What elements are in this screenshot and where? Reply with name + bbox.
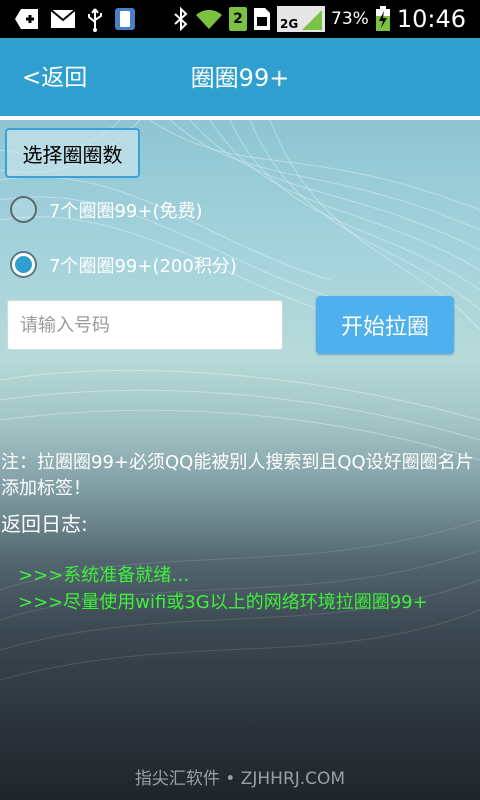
network-type-label: 2G — [280, 17, 299, 31]
notice-text: 注：拉圈圈99+必须QQ能被别人搜索到且QQ设好圈圈名片添加标签！ — [1, 452, 474, 499]
mail-icon — [50, 7, 76, 31]
clock: 10:46 — [396, 5, 466, 33]
start-button[interactable]: 开始拉圈 — [316, 296, 454, 354]
radio-button-checked[interactable] — [10, 251, 37, 278]
log-line: >>>尽量使用wifi或3G以上的网络环境拉圈圈99+ — [18, 592, 428, 613]
signal-icon: 2G — [277, 6, 326, 32]
option-free[interactable]: 7个圈圈99+(免费) — [10, 196, 202, 223]
add-icon — [14, 7, 40, 31]
battery-percent: 73% — [331, 9, 369, 29]
section-title-select-count: 选择圈圈数 — [5, 128, 140, 178]
status-bar: 2 2G 73% 10:46 — [0, 0, 480, 38]
option-paid[interactable]: 7个圈圈99+(200积分) — [10, 251, 237, 278]
watermark: 指尖汇软件 • ZJHHRJ.COM — [134, 769, 346, 789]
phone-manager-icon — [114, 7, 136, 31]
back-button[interactable]: <返回 — [22, 58, 87, 92]
log-line: >>>系统准备就绪… — [18, 565, 190, 586]
main-content: 选择圈圈数 7个圈圈99+(免费) 7个圈圈99+(200积分) 开始拉圈 注：… — [0, 120, 480, 800]
option-label: 7个圈圈99+(200积分) — [49, 255, 237, 277]
battery-charging-icon — [375, 6, 391, 31]
wifi-icon — [195, 7, 223, 31]
bluetooth-icon — [173, 7, 189, 31]
option-label: 7个圈圈99+(免费) — [49, 200, 203, 222]
sim-card-icon — [253, 7, 271, 31]
sim-slot-badge: 2 — [229, 7, 248, 31]
log-title: 返回日志: — [1, 512, 88, 536]
usb-icon — [86, 7, 104, 32]
phone-number-input[interactable] — [7, 300, 283, 350]
radio-button-unchecked[interactable] — [10, 196, 37, 223]
title-bar: 圈圈99+ <返回 — [0, 38, 480, 116]
